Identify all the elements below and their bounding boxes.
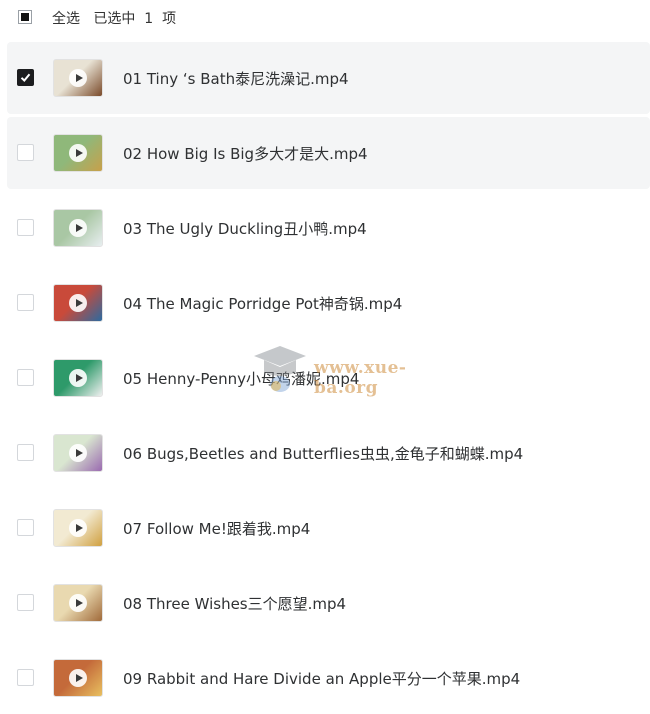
- file-row[interactable]: 02 How Big Is Big多大才是大.mp4: [7, 117, 650, 189]
- file-name[interactable]: 09 Rabbit and Hare Divide an Apple平分一个苹果…: [123, 668, 520, 689]
- file-name[interactable]: 08 Three Wishes三个愿望.mp4: [123, 593, 346, 614]
- file-checkbox[interactable]: [17, 294, 34, 311]
- video-thumbnail[interactable]: [53, 59, 103, 97]
- selected-count: 1: [144, 11, 154, 27]
- file-row[interactable]: 05 Henny-Penny小母鸡潘妮.mp4: [7, 342, 650, 414]
- file-row[interactable]: 04 The Magic Porridge Pot神奇锅.mp4: [7, 267, 650, 339]
- file-row[interactable]: 08 Three Wishes三个愿望.mp4: [7, 567, 650, 639]
- file-name[interactable]: 06 Bugs,Beetles and Butterflies虫虫,金龟子和蝴蝶…: [123, 443, 523, 464]
- play-icon: [69, 594, 87, 612]
- video-thumbnail[interactable]: [53, 659, 103, 697]
- video-thumbnail[interactable]: [53, 209, 103, 247]
- video-thumbnail[interactable]: [53, 584, 103, 622]
- play-icon: [69, 369, 87, 387]
- video-thumbnail[interactable]: [53, 509, 103, 547]
- file-checkbox[interactable]: [17, 369, 34, 386]
- play-icon: [69, 519, 87, 537]
- video-thumbnail[interactable]: [53, 434, 103, 472]
- file-checkbox[interactable]: [17, 669, 34, 686]
- selection-summary: 全选 已选中 1 项: [52, 8, 176, 28]
- file-checkbox[interactable]: [17, 594, 34, 611]
- select-all-checkbox[interactable]: [18, 10, 32, 24]
- file-name[interactable]: 03 The Ugly Duckling丑小鸭.mp4: [123, 218, 367, 239]
- file-name[interactable]: 07 Follow Me!跟着我.mp4: [123, 518, 310, 539]
- play-icon: [69, 294, 87, 312]
- file-row[interactable]: 03 The Ugly Duckling丑小鸭.mp4: [7, 192, 650, 264]
- file-row[interactable]: 01 Tiny ‘s Bath泰尼洗澡记.mp4: [7, 42, 650, 114]
- play-icon: [69, 669, 87, 687]
- video-thumbnail[interactable]: [53, 134, 103, 172]
- play-icon: [69, 444, 87, 462]
- video-thumbnail[interactable]: [53, 359, 103, 397]
- file-checkbox[interactable]: [17, 69, 34, 86]
- selection-header: 全选 已选中 1 项: [0, 0, 650, 36]
- video-thumbnail[interactable]: [53, 284, 103, 322]
- selected-unit: 项: [162, 11, 177, 27]
- file-checkbox[interactable]: [17, 219, 34, 236]
- file-name[interactable]: 05 Henny-Penny小母鸡潘妮.mp4: [123, 368, 359, 389]
- play-icon: [69, 69, 87, 87]
- file-name[interactable]: 02 How Big Is Big多大才是大.mp4: [123, 143, 368, 164]
- file-row[interactable]: 09 Rabbit and Hare Divide an Apple平分一个苹果…: [7, 642, 650, 714]
- play-icon: [69, 144, 87, 162]
- checkmark-icon: [20, 73, 31, 82]
- file-name[interactable]: 04 The Magic Porridge Pot神奇锅.mp4: [123, 293, 402, 314]
- select-all-label[interactable]: 全选: [52, 11, 80, 27]
- file-name[interactable]: 01 Tiny ‘s Bath泰尼洗澡记.mp4: [123, 68, 349, 89]
- file-checkbox[interactable]: [17, 144, 34, 161]
- file-checkbox[interactable]: [17, 519, 34, 536]
- file-row[interactable]: 07 Follow Me!跟着我.mp4: [7, 492, 650, 564]
- selected-prefix: 已选中: [93, 11, 136, 27]
- play-icon: [69, 219, 87, 237]
- file-row[interactable]: 06 Bugs,Beetles and Butterflies虫虫,金龟子和蝴蝶…: [7, 417, 650, 489]
- indeterminate-mark-icon: [21, 13, 29, 21]
- file-checkbox[interactable]: [17, 444, 34, 461]
